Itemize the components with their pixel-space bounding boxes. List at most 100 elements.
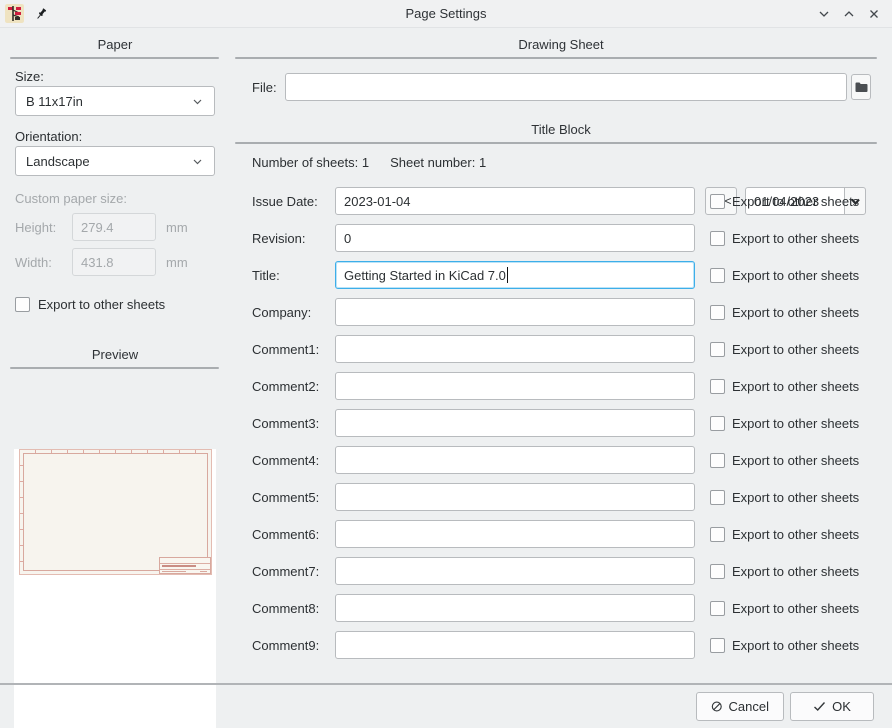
- number-of-sheets-text: Number of sheets: 1: [252, 155, 370, 170]
- size-label: Size:: [15, 69, 44, 84]
- export-title-checkbox[interactable]: [710, 267, 725, 283]
- cancel-icon: [711, 701, 722, 712]
- orientation-label: Orientation:: [15, 129, 83, 144]
- export-comment7-checkbox[interactable]: [710, 563, 725, 579]
- browse-folder-button[interactable]: [851, 74, 871, 100]
- orientation-value: Landscape: [26, 153, 90, 169]
- minimize-icon[interactable]: [816, 6, 832, 22]
- comment9-label: Comment9:: [252, 637, 320, 653]
- width-unit: mm: [166, 254, 188, 270]
- revision-label: Revision:: [252, 230, 306, 246]
- table-row: Title: Getting Started in KiCad 7.0 Expo…: [252, 261, 892, 289]
- comment1-label: Comment1:: [252, 341, 320, 357]
- kicad-app-icon: [5, 4, 24, 23]
- paper-size-value: B 11x17in: [26, 93, 83, 109]
- height-label: Height:: [15, 219, 57, 235]
- orientation-select[interactable]: Landscape: [15, 146, 215, 176]
- paper-section-separator: [10, 57, 219, 59]
- export-comment3-checkbox[interactable]: [710, 415, 725, 431]
- title-block-separator: [235, 142, 877, 144]
- comment4-input[interactable]: [335, 446, 695, 474]
- chevron-down-icon: [191, 95, 204, 108]
- checkmark-icon: [814, 702, 826, 711]
- export-comment8-checkbox[interactable]: [710, 600, 725, 616]
- pin-icon[interactable]: [33, 6, 49, 22]
- issue-date-label: Issue Date:: [252, 193, 318, 209]
- comment3-input[interactable]: [335, 409, 695, 437]
- custom-paper-size-label: Custom paper size:: [15, 191, 127, 206]
- comment6-label: Comment6:: [252, 526, 320, 542]
- drawing-sheet-file-input[interactable]: [285, 73, 847, 101]
- comment5-input[interactable]: [335, 483, 695, 511]
- page-settings-dialog: Page Settings Paper Size: B 11x17in Orie…: [0, 0, 892, 728]
- table-row: Comment9: Export to other sheets: [252, 631, 892, 659]
- drawing-sheet-section-header: Drawing Sheet: [518, 37, 604, 52]
- export-comment1-checkbox[interactable]: [710, 341, 725, 357]
- table-row: Revision: Export to other sheets: [252, 224, 892, 252]
- export-label: Export to other sheets: [732, 193, 860, 209]
- comment6-input[interactable]: [335, 520, 695, 548]
- height-input: [72, 213, 156, 241]
- comment2-label: Comment2:: [252, 378, 320, 394]
- table-row: Company: Export to other sheets: [252, 298, 892, 326]
- ok-button[interactable]: OK: [790, 692, 874, 721]
- title-input-value: Getting Started in KiCad 7.0: [344, 267, 506, 283]
- comment7-label: Comment7:: [252, 563, 320, 579]
- sheet-preview: [18, 449, 212, 575]
- sheet-title-block: [158, 557, 211, 574]
- sheet-number-text: Sheet number: 1: [390, 155, 487, 170]
- revision-input[interactable]: [335, 224, 695, 252]
- height-unit: mm: [166, 219, 188, 235]
- issue-date-input[interactable]: [335, 187, 695, 215]
- preview-section-header: Preview: [91, 347, 139, 362]
- sheet-frame: [22, 453, 208, 571]
- folder-icon: [855, 82, 867, 92]
- width-label: Width:: [15, 254, 52, 270]
- comment5-label: Comment5:: [252, 489, 320, 505]
- title-input[interactable]: Getting Started in KiCad 7.0: [335, 261, 695, 289]
- table-row: Comment3: Export to other sheets: [252, 409, 892, 437]
- titlebar: Page Settings: [0, 0, 892, 28]
- paper-section-header: Paper: [97, 37, 133, 52]
- export-revision-checkbox[interactable]: [710, 230, 725, 246]
- table-row: Comment5: Export to other sheets: [252, 483, 892, 511]
- comment7-input[interactable]: [335, 557, 695, 585]
- paper-export-label: Export to other sheets: [38, 297, 166, 312]
- comment8-label: Comment8:: [252, 600, 320, 616]
- company-input[interactable]: [335, 298, 695, 326]
- table-row: Comment7: Export to other sheets: [252, 557, 892, 585]
- drawing-sheet-separator: [235, 57, 877, 59]
- comment3-label: Comment3:: [252, 415, 320, 431]
- maximize-icon[interactable]: [841, 6, 857, 22]
- width-input: [72, 248, 156, 276]
- table-row: Comment8: Export to other sheets: [252, 594, 892, 622]
- paper-size-select[interactable]: B 11x17in: [15, 86, 215, 116]
- close-icon[interactable]: [866, 6, 882, 22]
- preview-section-separator: [10, 367, 219, 369]
- chevron-down-icon: [191, 155, 204, 168]
- table-row: Comment2: Export to other sheets: [252, 372, 892, 400]
- export-company-checkbox[interactable]: [710, 304, 725, 320]
- cancel-button[interactable]: Cancel: [696, 692, 784, 721]
- comment8-input[interactable]: [335, 594, 695, 622]
- text-caret: [506, 267, 508, 283]
- title-label: Title:: [252, 267, 280, 283]
- comment2-input[interactable]: [335, 372, 695, 400]
- dialog-footer: Cancel OK: [0, 685, 892, 728]
- export-comment6-checkbox[interactable]: [710, 526, 725, 542]
- window-title: Page Settings: [405, 6, 487, 21]
- table-row: Comment1: Export to other sheets: [252, 335, 892, 363]
- export-comment9-checkbox[interactable]: [710, 637, 725, 653]
- export-issue-date-checkbox[interactable]: [710, 193, 725, 209]
- paper-export-checkbox[interactable]: [15, 297, 30, 312]
- export-comment2-checkbox[interactable]: [710, 378, 725, 394]
- file-label: File:: [252, 79, 277, 95]
- comment4-label: Comment4:: [252, 452, 320, 468]
- comment9-input[interactable]: [335, 631, 695, 659]
- export-comment5-checkbox[interactable]: [710, 489, 725, 505]
- export-comment4-checkbox[interactable]: [710, 452, 725, 468]
- company-label: Company:: [252, 304, 312, 320]
- table-row: Comment4: Export to other sheets: [252, 446, 892, 474]
- title-block-section-header: Title Block: [531, 122, 591, 137]
- comment1-input[interactable]: [335, 335, 695, 363]
